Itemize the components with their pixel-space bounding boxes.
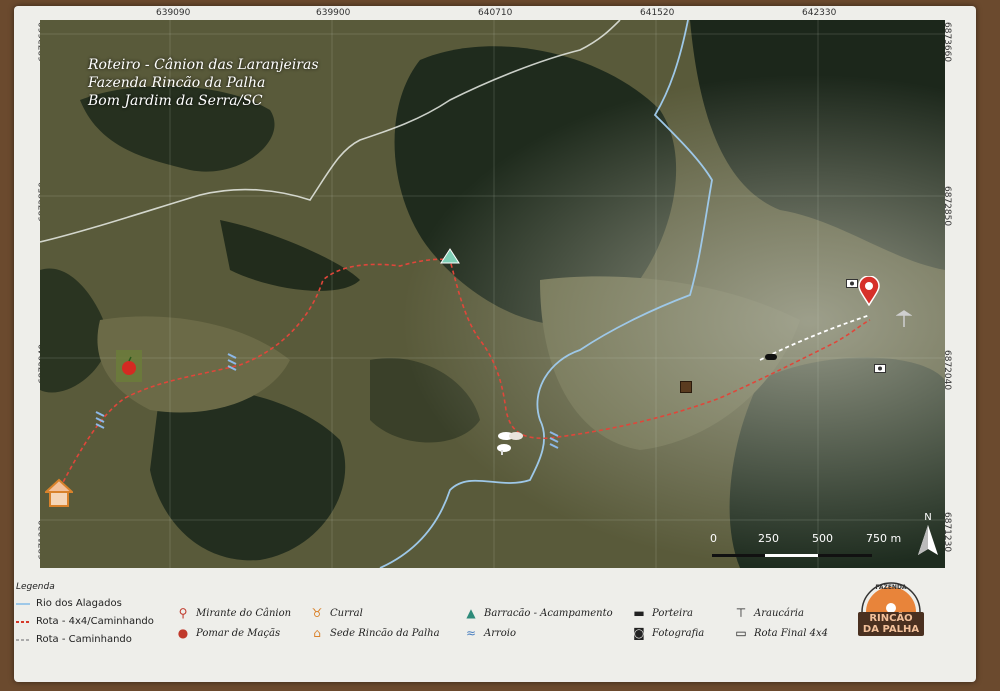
waves-icon[interactable] (226, 352, 238, 376)
legend-item-fotografia: ◙ Fotografia (633, 626, 705, 640)
legend-item-route-4x4: Rota - 4x4/Caminhando (16, 616, 154, 627)
scale-tick-0: 0 (710, 532, 717, 545)
camera-icon[interactable] (846, 273, 858, 292)
apple-icon: ● (177, 626, 189, 640)
camera-icon: ◙ (633, 626, 645, 640)
tent-icon[interactable] (440, 248, 460, 268)
title-line-2: Fazenda Rincão da Palha (88, 75, 266, 91)
title-line-1: Roteiro - Cânion das Laranjeiras (88, 57, 319, 73)
legend-title: Legenda (16, 582, 55, 592)
scale-bar-white (765, 554, 818, 557)
house-icon[interactable] (43, 478, 75, 512)
north-label: N (924, 512, 932, 523)
waves-icon[interactable] (548, 430, 560, 456)
logo-name: RINCÃO DA PALHA (862, 613, 920, 635)
scale-tick-250: 250 (758, 532, 779, 545)
waves-icon: ≈ (465, 626, 477, 640)
cattle-icon[interactable] (496, 428, 526, 460)
logo-top-text: FAZENDA (875, 584, 907, 591)
coord-top-2: 639900 (316, 8, 351, 18)
pin-icon[interactable] (858, 275, 880, 310)
legend-item-rota-final: ▭ Rota Final 4x4 (735, 626, 828, 640)
legend-item-curral: ♉ Curral (311, 606, 363, 620)
apple-icon[interactable] (116, 350, 142, 386)
river-line-icon (16, 602, 30, 605)
legend-item-arroio: ≈ Arroio (465, 626, 517, 640)
house-icon: ⌂ (313, 626, 321, 640)
tent-icon: ▲ (466, 606, 476, 620)
scale-bar: 0 250 500 750 m (710, 532, 912, 562)
coord-top-3: 640710 (478, 8, 513, 18)
dashed-white-line-icon (16, 638, 30, 641)
araucaria-icon[interactable] (895, 310, 913, 332)
gate-icon: ▬ (633, 606, 645, 620)
legend-item-route-walk: Rota - Caminhando (16, 634, 132, 645)
dashed-red-line-icon (16, 620, 30, 623)
legend-item-mirante: ⚲ Mirante do Cânion (176, 606, 291, 620)
north-arrow-icon (918, 525, 938, 555)
north-arrow: N (916, 512, 940, 560)
legend-item-araucaria: ⊤ Araucária (735, 606, 804, 620)
legend-item-barracao: ▲ Barracão - Acampamento (464, 606, 612, 620)
scale-tick-750: 750 m (866, 532, 902, 545)
coord-top-4: 641520 (640, 8, 675, 18)
legend-item-river: Rio dos Alagados (16, 598, 122, 609)
legend: Legenda Rio dos Alagados Rota - 4x4/Cami… (16, 568, 945, 654)
coord-top-5: 642330 (802, 8, 837, 18)
title-line-3: Bom Jardim da Serra/SC (88, 93, 263, 109)
satellite-map[interactable]: Roteiro - Cânion das Laranjeiras Fazenda… (40, 20, 945, 568)
legend-item-pomar: ● Pomar de Maçãs (177, 626, 281, 640)
map-title: Roteiro - Cânion das Laranjeiras Fazenda… (88, 56, 319, 110)
fazenda-logo: FAZENDA RINCÃO DA PALHA (854, 582, 928, 638)
car-icon: ▭ (735, 626, 747, 640)
scale-tick-500: 500 (812, 532, 833, 545)
car-icon[interactable] (764, 346, 778, 365)
legend-item-porteira: ▬ Porteira (633, 606, 694, 620)
camera-icon[interactable] (874, 358, 886, 377)
araucaria-icon: ⊤ (735, 606, 747, 620)
legend-item-sede: ⌂ Sede Rincão da Palha (310, 626, 439, 640)
waves-icon[interactable] (94, 410, 106, 436)
gate-icon[interactable] (680, 378, 692, 397)
cattle-icon: ♉ (311, 606, 323, 620)
pin-icon: ⚲ (178, 606, 188, 620)
coord-top-1: 639090 (156, 8, 191, 18)
